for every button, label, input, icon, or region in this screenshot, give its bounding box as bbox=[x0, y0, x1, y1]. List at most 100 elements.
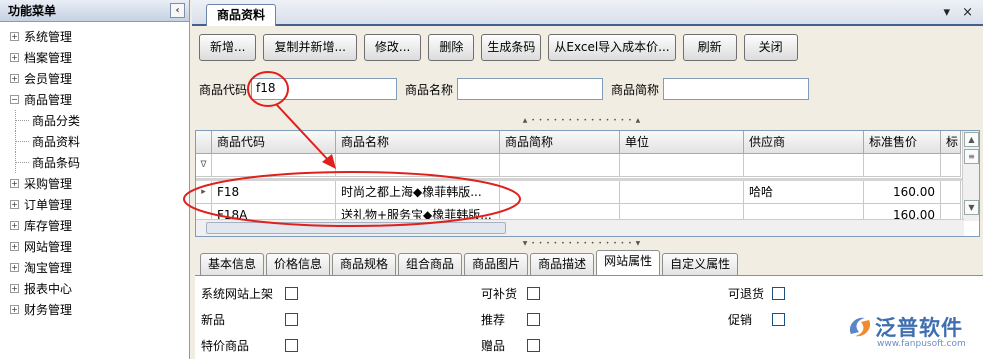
sidebar-item-taobao[interactable]: + 淘宝管理 bbox=[0, 257, 189, 278]
name-label: 商品名称 bbox=[405, 82, 454, 97]
filter-cell[interactable] bbox=[212, 154, 336, 177]
sidebar-item-label: 网站管理 bbox=[24, 240, 73, 254]
filter-cell[interactable] bbox=[744, 154, 864, 177]
barcode-button[interactable]: 生成条码 bbox=[481, 34, 542, 61]
tab-custom-attrs[interactable]: 自定义属性 bbox=[662, 253, 739, 275]
tab-basic-info[interactable]: 基本信息 bbox=[200, 253, 265, 275]
refresh-button[interactable]: 刷新 bbox=[682, 34, 737, 61]
cell-supplier[interactable]: 哈哈 bbox=[744, 181, 864, 204]
chevron-left-icon[interactable]: ‹ bbox=[170, 3, 185, 18]
sidebar-item-archive[interactable]: + 档案管理 bbox=[0, 47, 189, 68]
prop-label: 赠品 bbox=[481, 339, 506, 353]
sidebar-item-label: 报表中心 bbox=[24, 282, 73, 296]
expand-icon[interactable]: + bbox=[10, 242, 19, 251]
tab-website-attrs[interactable]: 网站属性 bbox=[596, 250, 661, 275]
prop-gift: 赠品 bbox=[481, 337, 541, 354]
prop-label: 特价商品 bbox=[201, 339, 250, 353]
cell-unit[interactable] bbox=[620, 181, 744, 204]
table-row[interactable]: ▸ F18 时尚之都上海◆橡菲韩版... 哈哈 160.00 bbox=[196, 181, 961, 204]
collapse-icon[interactable]: − bbox=[10, 95, 19, 104]
close-button[interactable]: 关闭 bbox=[743, 34, 798, 61]
copy-new-button[interactable]: 复制并新增... bbox=[263, 34, 357, 61]
new-item-checkbox[interactable] bbox=[285, 313, 299, 326]
expand-icon[interactable]: + bbox=[10, 284, 19, 293]
scroll-thumb[interactable] bbox=[206, 222, 506, 234]
cell-price[interactable]: 160.00 bbox=[864, 181, 941, 204]
filter-icon[interactable]: ∇ bbox=[196, 154, 212, 177]
sidebar-item-label: 商品条码 bbox=[32, 156, 81, 170]
column-header[interactable]: 单位 bbox=[620, 131, 744, 154]
prop-label: 新品 bbox=[201, 313, 226, 327]
site-listed-checkbox[interactable] bbox=[285, 287, 299, 300]
sidebar-item-website[interactable]: + 网站管理 bbox=[0, 236, 189, 257]
scroll-menu-icon[interactable]: ≡ bbox=[964, 149, 979, 164]
filter-cell[interactable] bbox=[336, 154, 500, 177]
tab-description[interactable]: 商品描述 bbox=[530, 253, 595, 275]
expand-icon[interactable]: + bbox=[10, 221, 19, 230]
tab-images[interactable]: 商品图片 bbox=[464, 253, 529, 275]
prop-label: 促销 bbox=[728, 313, 753, 327]
recommended-checkbox[interactable] bbox=[527, 313, 541, 326]
sidebar-item-inventory[interactable]: + 库存管理 bbox=[0, 215, 189, 236]
tab-price-info[interactable]: 价格信息 bbox=[266, 253, 331, 275]
filter-cell[interactable] bbox=[864, 154, 941, 177]
sidebar-item-product-barcode[interactable]: 商品条码 bbox=[0, 152, 189, 173]
watermark-logo: 泛普软件 www.fanpusoft.com bbox=[845, 312, 975, 352]
column-header[interactable]: 商品代码 bbox=[212, 131, 336, 154]
returnable-checkbox[interactable] bbox=[772, 287, 786, 300]
detail-tabs: 基本信息 价格信息 商品规格 组合商品 商品图片 商品描述 网站属性 自定义属性 bbox=[200, 250, 739, 275]
cell-short-name[interactable] bbox=[500, 181, 620, 204]
expand-icon[interactable]: + bbox=[10, 32, 19, 41]
cell-extra[interactable] bbox=[941, 181, 961, 204]
expand-icon[interactable]: + bbox=[10, 305, 19, 314]
sidebar-item-purchase[interactable]: + 采购管理 bbox=[0, 173, 189, 194]
column-header[interactable]: 供应商 bbox=[744, 131, 864, 154]
column-header[interactable]: 标 bbox=[941, 131, 961, 154]
promotion-checkbox[interactable] bbox=[772, 313, 786, 326]
tab-controls[interactable]: ▾ × bbox=[943, 5, 977, 20]
sidebar-item-finance[interactable]: + 财务管理 bbox=[0, 299, 189, 320]
filter-cell[interactable] bbox=[500, 154, 620, 177]
expand-icon[interactable]: + bbox=[10, 263, 19, 272]
sidebar-item-label: 订单管理 bbox=[24, 198, 73, 212]
name-input[interactable] bbox=[457, 78, 604, 100]
scroll-down-icon[interactable]: ▼ bbox=[964, 200, 979, 215]
sidebar-item-reports[interactable]: + 报表中心 bbox=[0, 278, 189, 299]
sidebar-item-product-info[interactable]: 商品资料 bbox=[0, 131, 189, 152]
gift-checkbox[interactable] bbox=[527, 339, 541, 352]
sidebar-item-member[interactable]: + 会员管理 bbox=[0, 68, 189, 89]
scroll-up-icon[interactable]: ▲ bbox=[964, 132, 979, 147]
sidebar-item-system[interactable]: + 系统管理 bbox=[0, 26, 189, 47]
expand-icon[interactable]: + bbox=[10, 200, 19, 209]
expand-icon[interactable]: + bbox=[10, 74, 19, 83]
import-excel-button[interactable]: 从Excel导入成本价... bbox=[548, 34, 676, 61]
vertical-scrollbar[interactable]: ▲ ≡ ▼ bbox=[962, 131, 979, 221]
new-button[interactable]: 新增... bbox=[199, 34, 257, 61]
cell-name[interactable]: 时尚之都上海◆橡菲韩版... bbox=[336, 181, 500, 204]
expand-icon[interactable]: + bbox=[10, 53, 19, 62]
prop-special-price: 特价商品 bbox=[201, 337, 299, 354]
restockable-checkbox[interactable] bbox=[527, 287, 541, 300]
expand-icon[interactable]: + bbox=[10, 179, 19, 188]
tab-bundle[interactable]: 组合商品 bbox=[398, 253, 463, 275]
edit-button[interactable]: 修改... bbox=[363, 34, 422, 61]
tab-product-info[interactable]: 商品资料 bbox=[206, 4, 277, 26]
code-input[interactable]: f18 bbox=[251, 78, 398, 100]
horizontal-scrollbar[interactable] bbox=[196, 219, 964, 236]
sidebar-item-product[interactable]: − 商品管理 bbox=[0, 89, 189, 110]
filter-cell[interactable] bbox=[941, 154, 961, 177]
short-name-input[interactable] bbox=[663, 78, 810, 100]
splitter-handle[interactable]: ▲ • • • • • • • • • • • • • • ▲ bbox=[522, 117, 642, 125]
column-header[interactable]: 商品名称 bbox=[336, 131, 500, 154]
cell-code[interactable]: F18 bbox=[212, 181, 336, 204]
splitter-handle[interactable]: ▼ • • • • • • • • • • • • • • ▼ bbox=[522, 240, 642, 248]
sidebar-item-order[interactable]: + 订单管理 bbox=[0, 194, 189, 215]
special-price-checkbox[interactable] bbox=[285, 339, 299, 352]
prop-label: 可退货 bbox=[728, 287, 765, 301]
tab-specs[interactable]: 商品规格 bbox=[332, 253, 397, 275]
delete-button[interactable]: 删除 bbox=[428, 34, 475, 61]
column-header[interactable]: 标准售价 bbox=[864, 131, 941, 154]
column-header[interactable]: 商品简称 bbox=[500, 131, 620, 154]
filter-cell[interactable] bbox=[620, 154, 744, 177]
sidebar-item-product-category[interactable]: 商品分类 bbox=[0, 110, 189, 131]
